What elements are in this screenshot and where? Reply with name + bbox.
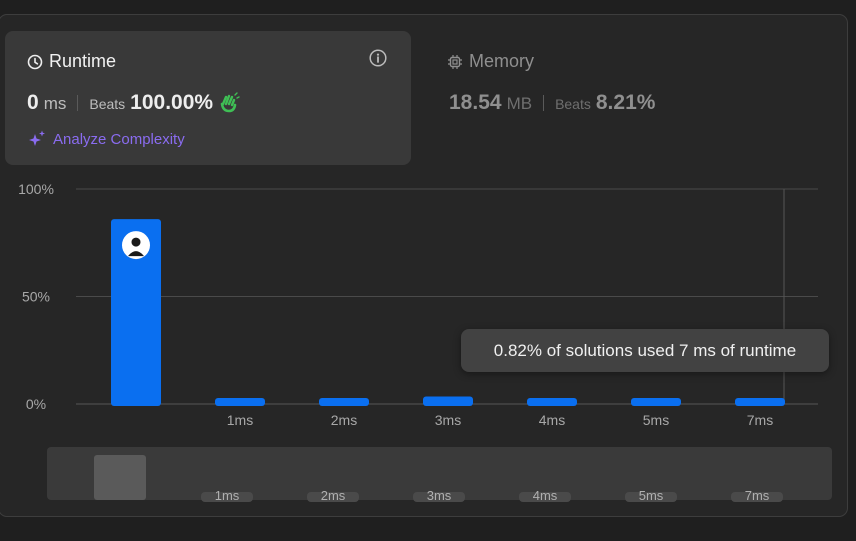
overview-tick-label: 2ms	[321, 488, 346, 503]
y-tick-label: 0%	[26, 396, 46, 412]
x-tick-label: 5ms	[643, 412, 669, 428]
overview-tick-label: 5ms	[639, 488, 664, 503]
bar	[735, 398, 785, 406]
overview-tick-label: 3ms	[427, 488, 452, 503]
x-tick-label: 7ms	[747, 412, 773, 428]
chart-tooltip: 0.82% of solutions used 7 ms of runtime	[461, 329, 829, 372]
bar	[215, 398, 265, 406]
runtime-distribution-chart[interactable]: 100% 50% 0% 1ms 2ms 3ms 4ms 5ms 7ms 1ms 2ms 3ms 4ms 5…	[0, 0, 856, 541]
bar	[631, 398, 681, 406]
bar	[319, 398, 369, 406]
overview-tick-label: 4ms	[533, 488, 558, 503]
y-tick-label: 50%	[22, 289, 50, 305]
overview-tick-label: 7ms	[745, 488, 770, 503]
x-tick-label: 3ms	[435, 412, 461, 428]
x-tick-label: 4ms	[539, 412, 565, 428]
bar	[527, 398, 577, 406]
tooltip-text: 0.82% of solutions used 7 ms of runtime	[493, 340, 797, 360]
x-tick-label: 1ms	[227, 412, 253, 428]
x-tick-label: 2ms	[331, 412, 357, 428]
overview-tick-label: 1ms	[215, 488, 240, 503]
bar	[423, 396, 473, 406]
y-tick-label: 100%	[18, 181, 54, 197]
overview-bar	[94, 455, 146, 500]
avatar-head	[131, 237, 141, 247]
